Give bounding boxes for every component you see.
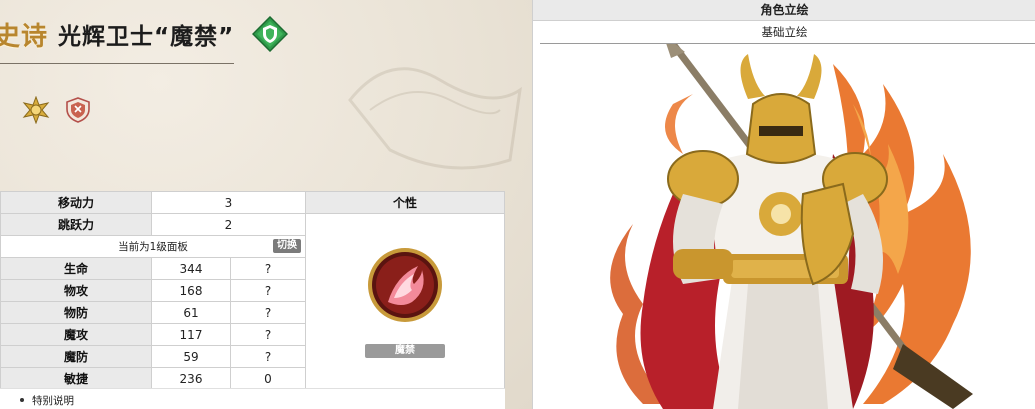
- stat-label: 魔攻: [0, 323, 152, 346]
- tab-basic-portrait[interactable]: 基础立绘: [533, 21, 1035, 43]
- move-value: 3: [151, 191, 306, 214]
- panel-level-note: 当前为1级面板 切换: [0, 235, 306, 258]
- special-note-text: 特别说明: [32, 395, 74, 407]
- stat-label: 生命: [0, 257, 152, 280]
- trait-name-tag: 魔禁: [365, 344, 445, 358]
- trait-header: 个性: [305, 191, 505, 214]
- title-divider: [0, 63, 234, 64]
- stat-extra: ?: [230, 279, 306, 302]
- rarity-label: 史诗: [0, 21, 49, 52]
- shield-diamond-icon: [252, 16, 289, 52]
- stat-label: 敏捷: [0, 367, 152, 390]
- portrait-panel: 角色立绘 基础立绘: [532, 0, 1035, 409]
- stat-label: 物防: [0, 301, 152, 324]
- stat-extra: ?: [230, 345, 306, 368]
- stat-value: 61: [151, 301, 231, 324]
- stat-value: 168: [151, 279, 231, 302]
- jump-label: 跳跃力: [0, 213, 152, 236]
- jump-value: 2: [151, 213, 306, 236]
- stat-label: 魔防: [0, 345, 152, 368]
- trait-cell: 魔禁: [305, 213, 505, 390]
- stats-table: 移动力 3 个性 跳跃力 2 魔禁 当前为1级面板 切换 生命 344 ? 物攻…: [0, 191, 505, 390]
- portrait-header: 角色立绘: [533, 0, 1035, 21]
- stat-extra: ?: [230, 257, 306, 280]
- flame-orb-icon[interactable]: [366, 246, 444, 324]
- special-note: 特别说明: [0, 388, 505, 409]
- unit-info-panel: 史诗 光辉卫士“魔禁” 移动力 3 个性 跳跃力 2 魔禁 当前为1级面板 切换…: [0, 0, 532, 409]
- stat-value: 59: [151, 345, 231, 368]
- switch-button[interactable]: 切换: [273, 239, 301, 253]
- stat-label: 物攻: [0, 279, 152, 302]
- panel-level-text: 当前为1级面板: [118, 241, 188, 253]
- shield-crest-icon[interactable]: [64, 96, 92, 124]
- stat-value: 344: [151, 257, 231, 280]
- gold-sun-badge-icon[interactable]: [22, 96, 50, 124]
- stat-extra: ?: [230, 301, 306, 324]
- stat-extra: ?: [230, 323, 306, 346]
- move-label: 移动力: [0, 191, 152, 214]
- unit-name: 光辉卫士“魔禁”: [58, 24, 235, 50]
- bullet-icon: [20, 398, 24, 402]
- stat-value: 117: [151, 323, 231, 346]
- title-row: 史诗 光辉卫士“魔禁”: [0, 12, 289, 56]
- character-portrait: [610, 44, 973, 409]
- stat-value: 236: [151, 367, 231, 390]
- map-background-decoration: [348, 67, 522, 170]
- stat-extra: 0: [230, 367, 306, 390]
- trait-icon-row: [22, 96, 92, 124]
